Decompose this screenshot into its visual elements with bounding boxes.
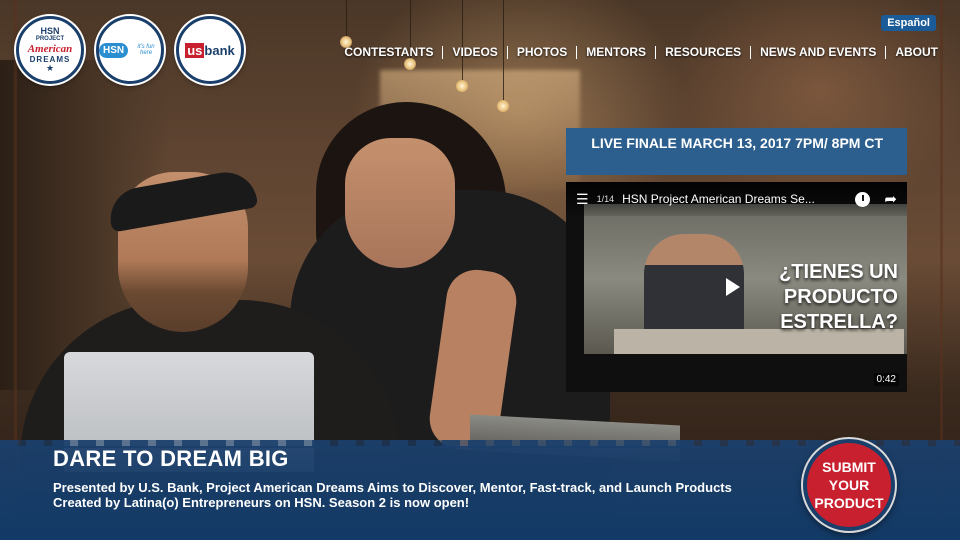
nav-item-about[interactable]: ABOUT: [886, 45, 938, 59]
lamp-cord: [346, 0, 347, 36]
lamp: [404, 58, 416, 70]
logo-text: us: [185, 42, 205, 58]
nav-item-news-and-events[interactable]: NEWS AND EVENTS: [751, 45, 885, 59]
watch-later-icon[interactable]: [855, 191, 871, 207]
hero-subtitle: Presented by U.S. Bank, Project American…: [53, 480, 732, 510]
nav-item-videos[interactable]: VIDEOS: [443, 45, 506, 59]
hsn-project-american-dreams-logo[interactable]: HSN PROJECT American DREAMS ★: [16, 16, 84, 84]
playlist-count: 1/14: [596, 194, 615, 204]
play-icon[interactable]: [726, 278, 740, 296]
video-duration: 0:42: [873, 373, 899, 386]
logo-text: HSN: [99, 42, 129, 58]
live-finale-banner: LIVE FINALE MARCH 13, 2017 7PM/ 8PM CT: [566, 128, 907, 175]
nav-item-photos[interactable]: PHOTOS: [508, 45, 576, 59]
main-nav: CONTESTANTS VIDEOS PHOTOS MENTORS RESOUR…: [335, 45, 938, 59]
logo-tagline: it's fun here: [137, 44, 155, 56]
submit-product-button[interactable]: SUBMIT YOUR PRODUCT: [803, 439, 895, 531]
lamp: [456, 80, 468, 92]
lamp-cord: [462, 0, 463, 80]
woman-face: [345, 138, 455, 268]
hsn-logo[interactable]: HSN it's fun here: [96, 16, 164, 84]
usbank-wordmark: us bank: [185, 42, 235, 58]
video-overlay-text: ¿TIENES UN PRODUCTO ESTRELLA?: [779, 261, 898, 333]
video-title-link[interactable]: HSN Project American Dreams Se...: [622, 192, 847, 206]
logo-text: PROJECT: [35, 36, 65, 42]
logo-text: HSN: [40, 26, 60, 36]
hsn-wordmark: HSN it's fun here: [99, 42, 161, 58]
star-icon: ★: [45, 63, 55, 73]
nav-item-mentors[interactable]: MENTORS: [577, 45, 655, 59]
partner-logos: HSN PROJECT American DREAMS ★ HSN it's f…: [16, 16, 244, 84]
share-icon[interactable]: ➦: [884, 190, 897, 208]
video-player[interactable]: ¿TIENES UN PRODUCTO ESTRELLA? ☰ 1/14 HSN…: [566, 182, 907, 392]
playlist-icon[interactable]: ☰: [576, 191, 589, 208]
hero-title: DARE TO DREAM BIG: [53, 446, 289, 471]
logo-text: bank: [204, 42, 235, 58]
lamp: [497, 100, 509, 112]
nav-item-contestants[interactable]: CONTESTANTS: [335, 45, 442, 59]
language-toggle-button[interactable]: Español: [881, 15, 936, 31]
nav-item-resources[interactable]: RESOURCES: [656, 45, 750, 59]
video-topbar: ☰ 1/14 HSN Project American Dreams Se...…: [566, 182, 907, 216]
us-bank-logo[interactable]: us bank: [176, 16, 244, 84]
logo-text: American: [27, 43, 73, 55]
